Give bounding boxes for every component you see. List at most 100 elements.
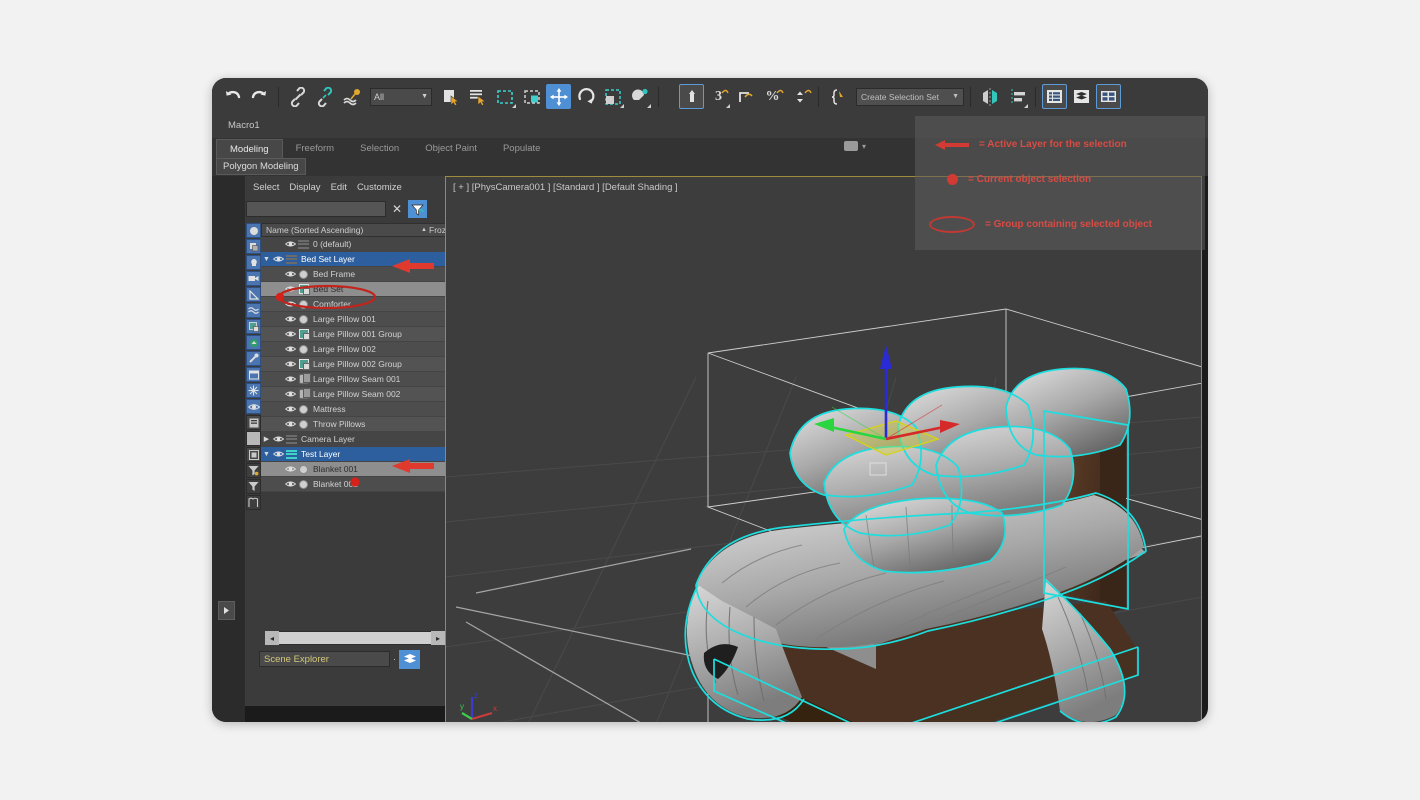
ribbon-tab-modeling[interactable]: Modeling	[216, 139, 283, 158]
select-and-place-icon[interactable]	[627, 84, 652, 109]
expand-panel-button[interactable]	[218, 601, 235, 620]
snaps-toggle-icon[interactable]	[679, 84, 704, 109]
filter-xrefs-icon[interactable]	[246, 335, 261, 350]
visibility-eye-icon[interactable]	[284, 240, 297, 248]
chevron-down-icon[interactable]: ▾	[862, 142, 866, 151]
select-and-rotate-icon[interactable]	[573, 84, 598, 109]
tree-row-comforter[interactable]: Comforter	[261, 297, 450, 312]
visibility-eye-icon[interactable]	[284, 465, 297, 473]
visibility-eye-icon[interactable]	[284, 420, 297, 428]
filter-all-icon[interactable]	[246, 223, 261, 238]
blank-panel-icon[interactable]	[246, 431, 261, 446]
visibility-eye-icon[interactable]	[284, 390, 297, 398]
scene-explorer-tree[interactable]: 0 (default)▼Bed Set LayerBed FrameBed Se…	[261, 237, 450, 637]
filter-space-warps-icon[interactable]	[246, 303, 261, 318]
horizontal-scrollbar[interactable]: ◂ ▸	[265, 631, 445, 645]
create-selection-set-dropdown[interactable]: Create Selection Set ▼	[856, 88, 964, 106]
tree-row-throw-pillows[interactable]: Throw Pillows	[261, 417, 450, 432]
spinner-snap-toggle-icon[interactable]	[787, 84, 812, 109]
filter-lights-icon[interactable]	[246, 255, 261, 270]
menu-display[interactable]: Display	[289, 182, 320, 193]
visibility-eye-icon[interactable]	[284, 360, 297, 368]
ribbon-tab-freeform[interactable]: Freeform	[283, 139, 348, 158]
filter-bones-icon[interactable]	[246, 351, 261, 366]
ribbon-minimize-controls[interactable]: ▾	[844, 141, 866, 151]
visibility-eye-icon[interactable]	[284, 480, 297, 488]
sort-filter-icon[interactable]	[246, 463, 261, 478]
visibility-eye-icon[interactable]	[284, 270, 297, 278]
search-input[interactable]	[246, 201, 386, 217]
expander-icon[interactable]: ▼	[261, 451, 272, 458]
filter-cameras-icon[interactable]	[246, 271, 261, 286]
filter-funnel-icon[interactable]	[408, 200, 427, 218]
filter-hidden-icon[interactable]	[246, 399, 261, 414]
select-object-icon[interactable]	[438, 84, 463, 109]
scroll-right-icon[interactable]: ▸	[431, 631, 445, 645]
angle-snap-toggle-icon[interactable]	[733, 84, 758, 109]
tree-row-large-pillow-002-group[interactable]: Large Pillow 002 Group	[261, 357, 450, 372]
tree-row-bed-set-layer[interactable]: ▼Bed Set Layer	[261, 252, 450, 267]
select-by-name-icon[interactable]	[465, 84, 490, 109]
menu-select[interactable]: Select	[253, 182, 279, 193]
close-icon[interactable]: ✕	[389, 202, 405, 216]
select-and-move-icon[interactable]	[546, 84, 571, 109]
filter-particles-icon[interactable]	[246, 383, 261, 398]
percent-snap-toggle-icon[interactable]: %	[760, 84, 785, 109]
layer-explorer-icon[interactable]	[1042, 84, 1067, 109]
filter-helpers-icon[interactable]	[246, 287, 261, 302]
ribbon-tab-populate[interactable]: Populate	[490, 139, 554, 158]
visibility-eye-icon[interactable]	[272, 435, 285, 443]
ribbon-subtab-polygon-modeling[interactable]: Polygon Modeling	[216, 158, 306, 175]
expander-icon[interactable]: ▶	[261, 435, 272, 443]
scene-explorer-column-header[interactable]: Name (Sorted Ascending) ▲ Froz	[261, 223, 450, 237]
rectangular-selection-region-icon[interactable]	[492, 84, 517, 109]
visibility-eye-icon[interactable]	[284, 375, 297, 383]
panel-name-field[interactable]: Scene Explorer	[259, 651, 390, 667]
display-columns-icon[interactable]	[246, 415, 261, 430]
tree-row-test-layer[interactable]: ▼Test Layer	[261, 447, 450, 462]
tree-row-large-pillow-001[interactable]: Large Pillow 001	[261, 312, 450, 327]
tree-row-camera-layer[interactable]: ▶Camera Layer	[261, 432, 450, 447]
select-and-scale-icon[interactable]	[600, 84, 625, 109]
select-link-icon[interactable]	[285, 84, 310, 109]
viewport-label[interactable]: [ + ] [PhysCamera001 ] [Standard ] [Defa…	[453, 182, 678, 193]
viewport[interactable]: [ + ] [PhysCamera001 ] [Standard ] [Defa…	[445, 176, 1202, 722]
tree-row-0-default-[interactable]: 0 (default)	[261, 237, 450, 252]
toggle-panel-icon[interactable]	[246, 495, 261, 510]
selection-filter-dropdown[interactable]: All ▼	[370, 88, 432, 106]
visibility-eye-icon[interactable]	[284, 300, 297, 308]
snap-3-icon[interactable]: 3	[706, 84, 731, 109]
tree-row-large-pillow-002[interactable]: Large Pillow 002	[261, 342, 450, 357]
redo-button[interactable]	[247, 84, 272, 109]
scrollbar-thumb[interactable]	[279, 632, 431, 644]
expander-icon[interactable]: ▼	[261, 256, 272, 263]
visibility-eye-icon[interactable]	[284, 330, 297, 338]
visibility-eye-icon[interactable]	[284, 345, 297, 353]
tree-row-bed-set[interactable]: Bed Set	[261, 282, 450, 297]
filter-geometry-icon[interactable]	[246, 239, 261, 254]
scene-explorer-icon[interactable]	[1069, 84, 1094, 109]
layer-stack-icon[interactable]	[399, 650, 420, 669]
visibility-eye-icon[interactable]	[272, 450, 285, 458]
tree-row-large-pillow-001-group[interactable]: Large Pillow 001 Group	[261, 327, 450, 342]
funnel-icon[interactable]	[246, 479, 261, 494]
visibility-eye-icon[interactable]	[284, 405, 297, 413]
tree-row-large-pillow-seam-002[interactable]: Large Pillow Seam 002	[261, 387, 450, 402]
visibility-eye-icon[interactable]	[284, 315, 297, 323]
filter-containers-icon[interactable]	[246, 367, 261, 382]
manage-layers-icon[interactable]	[1096, 84, 1121, 109]
tree-row-blanket-001[interactable]: Blanket 001	[261, 462, 450, 477]
tree-row-large-pillow-seam-001[interactable]: Large Pillow Seam 001	[261, 372, 450, 387]
tree-row-blanket-002[interactable]: Blanket 002	[261, 477, 450, 492]
window-crossing-icon[interactable]	[519, 84, 544, 109]
undo-button[interactable]	[220, 84, 245, 109]
visibility-eye-icon[interactable]	[272, 255, 285, 263]
ribbon-tab-object-paint[interactable]: Object Paint	[412, 139, 490, 158]
mirror-icon[interactable]	[977, 84, 1002, 109]
tree-row-bed-frame[interactable]: Bed Frame	[261, 267, 450, 282]
bind-space-warp-icon[interactable]	[339, 84, 364, 109]
menu-edit[interactable]: Edit	[331, 182, 347, 193]
unlink-selection-icon[interactable]	[312, 84, 337, 109]
list-view-icon[interactable]	[246, 447, 261, 462]
edit-named-selection-sets-icon[interactable]	[825, 84, 850, 109]
